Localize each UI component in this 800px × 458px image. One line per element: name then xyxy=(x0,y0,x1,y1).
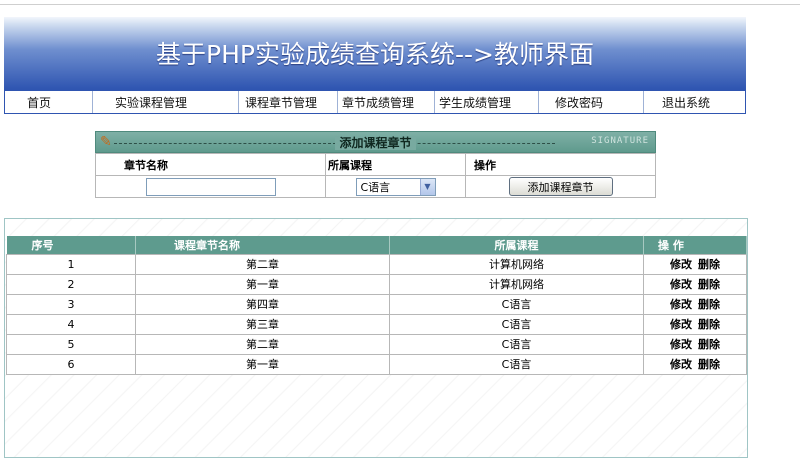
col-action-label: 操作 xyxy=(465,153,656,176)
course-select-value: C语言 xyxy=(360,180,391,194)
add-chapter-title: 添加课程章节 xyxy=(335,136,416,150)
cell-chapter: 第一章 xyxy=(135,353,390,375)
cell-course: C语言 xyxy=(389,313,644,335)
delete-link[interactable]: 删除 xyxy=(698,358,720,371)
cell-chapter: 第二章 xyxy=(135,253,390,275)
table-row: 6 第一章 C语言 修改 删除 xyxy=(6,353,747,375)
delete-link[interactable]: 删除 xyxy=(698,318,720,331)
edit-link[interactable]: 修改 xyxy=(670,318,692,331)
cell-course: C语言 xyxy=(389,293,644,315)
nav-item-chapter-scores[interactable]: 章节成绩管理 xyxy=(338,91,435,113)
th-chapter-name: 课程章节名称 xyxy=(135,236,390,254)
nav-item-student-scores[interactable]: 学生成绩管理 xyxy=(435,91,539,113)
add-chapter-form: 章节名称 所属课程 操作 C语言 ▼ 添加课程章节 xyxy=(95,153,656,198)
chapter-table: 序号 课程章节名称 所属课程 操 作 1 第二章 计算机网络 修改 删除 2 第一… xyxy=(6,236,747,375)
cell-index: 5 xyxy=(6,333,136,355)
add-chapter-panel: ✎ 添加课程章节 SIGNATURE 章节名称 所属课程 操作 C语言 ▼ 添加… xyxy=(95,131,656,198)
edit-link[interactable]: 修改 xyxy=(670,258,692,271)
nav-item-chapter-manage[interactable]: 课程章节管理 xyxy=(239,91,338,113)
edit-link[interactable]: 修改 xyxy=(670,278,692,291)
add-chapter-header: ✎ 添加课程章节 SIGNATURE xyxy=(95,131,656,153)
delete-link[interactable]: 删除 xyxy=(698,258,720,271)
cell-index: 4 xyxy=(6,313,136,335)
th-operations: 操 作 xyxy=(643,236,747,254)
cell-chapter: 第二章 xyxy=(135,333,390,355)
col-chapter-name-label: 章节名称 xyxy=(95,153,326,176)
chapter-list-panel: 序号 课程章节名称 所属课程 操 作 1 第二章 计算机网络 修改 删除 2 第一… xyxy=(4,218,748,458)
table-row: 1 第二章 计算机网络 修改 删除 xyxy=(6,253,747,275)
cell-course: C语言 xyxy=(389,333,644,355)
chapter-name-input[interactable] xyxy=(145,177,276,196)
table-row: 4 第三章 C语言 修改 删除 xyxy=(6,313,747,335)
th-course: 所属课程 xyxy=(389,236,644,254)
nav-item-change-password[interactable]: 修改密码 xyxy=(539,91,644,113)
col-course-label: 所属课程 xyxy=(325,153,466,176)
table-row: 5 第二章 C语言 修改 删除 xyxy=(6,333,747,355)
table-row: 2 第一章 计算机网络 修改 删除 xyxy=(6,273,747,295)
page-title: 基于PHP实验成绩查询系统-->教师界面 xyxy=(156,40,594,69)
signature-stamp: SIGNATURE xyxy=(591,136,649,146)
course-select[interactable]: C语言 ▼ xyxy=(355,177,436,196)
cell-index: 6 xyxy=(6,353,136,375)
cell-course: 计算机网络 xyxy=(389,273,644,295)
edit-link[interactable]: 修改 xyxy=(670,298,692,311)
main-nav: 首页 实验课程管理 课程章节管理 章节成绩管理 学生成绩管理 修改密码 退出系统 xyxy=(4,89,746,114)
nav-item-logout[interactable]: 退出系统 xyxy=(644,91,745,113)
edit-link[interactable]: 修改 xyxy=(670,358,692,371)
cell-chapter: 第四章 xyxy=(135,293,390,315)
table-row: 3 第四章 C语言 修改 删除 xyxy=(6,293,747,315)
cell-chapter: 第一章 xyxy=(135,273,390,295)
cell-index: 2 xyxy=(6,273,136,295)
top-divider xyxy=(0,4,800,5)
cell-index: 3 xyxy=(6,293,136,315)
header-banner: 基于PHP实验成绩查询系统-->教师界面 xyxy=(4,17,746,89)
th-index: 序号 xyxy=(6,236,136,254)
delete-link[interactable]: 删除 xyxy=(698,298,720,311)
nav-item-home[interactable]: 首页 xyxy=(5,91,93,113)
delete-link[interactable]: 删除 xyxy=(698,278,720,291)
delete-link[interactable]: 删除 xyxy=(698,338,720,351)
cell-index: 1 xyxy=(6,253,136,275)
nav-item-course-manage[interactable]: 实验课程管理 xyxy=(93,91,239,113)
chevron-down-icon[interactable]: ▼ xyxy=(419,178,435,195)
cell-course: C语言 xyxy=(389,353,644,375)
add-chapter-button[interactable]: 添加课程章节 xyxy=(508,177,613,196)
edit-link[interactable]: 修改 xyxy=(670,338,692,351)
cell-chapter: 第三章 xyxy=(135,313,390,335)
cell-course: 计算机网络 xyxy=(389,253,644,275)
